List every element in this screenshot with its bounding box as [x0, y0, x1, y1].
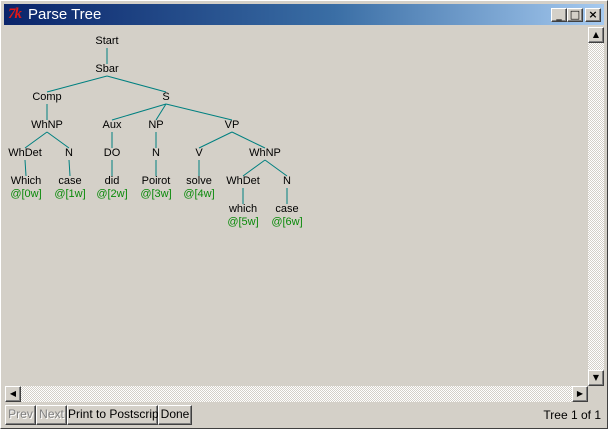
scroll-right-button[interactable]: ▶ [572, 386, 588, 402]
parse-tree-window: 7k Parse Tree _ □ × Start Sbar Comp S WhNP Au… [0, 0, 608, 429]
tree-node-p3[interactable]: @[3w] [140, 188, 171, 201]
window-title: Parse Tree [28, 6, 102, 23]
tree-node-v[interactable]: V [195, 147, 202, 160]
tree-node-which1[interactable]: Which [11, 175, 42, 188]
tree-node-p4[interactable]: @[4w] [183, 188, 214, 201]
tree-count-status: Tree 1 of 1 [543, 408, 601, 422]
tree-node-solve[interactable]: solve [186, 175, 212, 188]
tree-node-p1[interactable]: @[1w] [54, 188, 85, 201]
tree-node-start[interactable]: Start [95, 35, 118, 48]
tree-edge-whnp1-whdet1 [24, 131, 48, 149]
tree-edge-sbar-s [106, 75, 167, 93]
tree-node-np[interactable]: NP [148, 119, 163, 132]
prev-button[interactable]: Prev [5, 405, 36, 425]
tree-node-whnp1[interactable]: WhNP [31, 119, 63, 132]
scroll-left-button[interactable]: ◀ [5, 386, 21, 402]
tree-node-whdet1[interactable]: WhDet [8, 147, 42, 160]
horizontal-scrollbar[interactable]: ◀ ▶ [5, 386, 588, 402]
tree-node-s[interactable]: S [162, 91, 169, 104]
tree-node-n3[interactable]: N [283, 175, 291, 188]
tree-edge-whdet1-which1 [24, 159, 27, 177]
tree-node-do[interactable]: DO [104, 147, 121, 160]
tree-node-which2[interactable]: which [229, 203, 257, 216]
tree-node-did[interactable]: did [105, 175, 120, 188]
tree-node-p5[interactable]: @[5w] [227, 216, 258, 229]
scrollbar-corner [588, 386, 604, 402]
tree-node-p0[interactable]: @[0w] [10, 188, 41, 201]
tree-node-vp[interactable]: VP [225, 119, 240, 132]
scroll-up-button[interactable]: ▲ [588, 27, 604, 43]
tree-node-poirot[interactable]: Poirot [142, 175, 171, 188]
tree-node-case2[interactable]: case [275, 203, 298, 216]
title-bar[interactable]: 7k Parse Tree _ □ × [4, 4, 604, 25]
vertical-scrollbar[interactable]: ▲ ▼ [588, 27, 604, 386]
print-to-postscript-button[interactable]: Print to Postscript [67, 405, 162, 425]
tree-node-n2[interactable]: N [152, 147, 160, 160]
tree-node-n1[interactable]: N [65, 147, 73, 160]
tree-edge-whnp2-n3 [264, 159, 288, 177]
tree-node-sbar[interactable]: Sbar [95, 63, 118, 76]
tree-edge-vp-v [198, 131, 233, 149]
tree-edge-n1-case1 [68, 159, 71, 177]
tree-edge-vp-whnp2 [231, 131, 266, 149]
maximize-button[interactable]: □ [567, 8, 583, 22]
tree-node-p6[interactable]: @[6w] [271, 216, 302, 229]
tree-node-p2[interactable]: @[2w] [96, 188, 127, 201]
tree-edge-s-vp [165, 103, 233, 121]
tk-app-icon: 7k [8, 6, 22, 22]
tree-canvas[interactable]: Start Sbar Comp S WhNP Aux NP VP WhDet N DO N V WhNP W… [5, 27, 588, 385]
tree-edge-sbar-comp [46, 75, 108, 93]
tree-node-whdet2[interactable]: WhDet [226, 175, 260, 188]
tree-node-comp[interactable]: Comp [32, 91, 61, 104]
close-button[interactable]: × [585, 8, 601, 22]
tree-node-whnp2[interactable]: WhNP [249, 147, 281, 160]
done-button[interactable]: Done [158, 405, 192, 425]
tree-node-case1[interactable]: case [58, 175, 81, 188]
tree-edge-whnp1-n1 [46, 131, 70, 149]
next-button[interactable]: Next [36, 405, 67, 425]
scroll-down-button[interactable]: ▼ [588, 370, 604, 386]
tree-node-aux[interactable]: Aux [103, 119, 122, 132]
minimize-button[interactable]: _ [551, 8, 567, 22]
tree-edge-whnp2-whdet2 [242, 159, 266, 177]
